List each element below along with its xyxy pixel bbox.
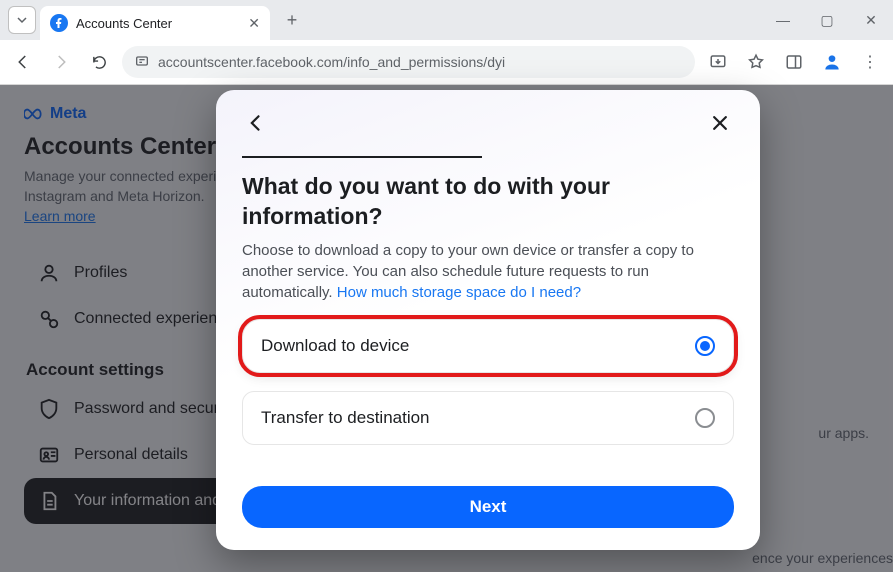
dyi-modal: What do you want to do with your informa… — [216, 90, 760, 550]
url-text: accountscenter.facebook.com/info_and_per… — [158, 54, 505, 70]
modal-back-button[interactable] — [242, 109, 270, 137]
option-transfer-to-destination[interactable]: Transfer to destination — [242, 391, 734, 445]
modal-title: What do you want to do with your informa… — [242, 172, 734, 232]
bookmark-star-icon[interactable] — [741, 47, 771, 77]
facebook-favicon-icon — [50, 14, 68, 32]
modal-progress-bar — [242, 156, 482, 158]
window-minimize-button[interactable]: — — [761, 0, 805, 40]
nav-back-button[interactable] — [8, 47, 38, 77]
nav-forward-button[interactable] — [46, 47, 76, 77]
browser-tab[interactable]: Accounts Center ✕ — [40, 6, 270, 40]
modal-close-button[interactable] — [706, 109, 734, 137]
browser-chrome: Accounts Center ✕ + — ▢ ✕ accountscenter… — [0, 0, 893, 85]
option-download-to-device[interactable]: Download to device — [242, 319, 734, 373]
url-bar[interactable]: accountscenter.facebook.com/info_and_per… — [122, 46, 695, 78]
tab-title: Accounts Center — [76, 16, 172, 31]
storage-help-link[interactable]: How much storage space do I need? — [337, 284, 581, 301]
new-tab-button[interactable]: + — [278, 6, 306, 34]
tab-close-icon[interactable]: ✕ — [248, 15, 260, 32]
profile-button[interactable] — [817, 47, 847, 77]
tab-strip: Accounts Center ✕ + — ▢ ✕ — [0, 0, 893, 40]
option-label: Download to device — [261, 336, 409, 356]
modal-options: Download to device Transfer to destinati… — [242, 319, 734, 445]
nav-reload-button[interactable] — [84, 47, 114, 77]
window-close-button[interactable]: ✕ — [849, 0, 893, 40]
install-app-icon[interactable] — [703, 47, 733, 77]
radio-unchecked-icon — [695, 408, 715, 428]
browser-menu-icon[interactable]: ⋮ — [855, 47, 885, 77]
side-panel-icon[interactable] — [779, 47, 809, 77]
option-label: Transfer to destination — [261, 408, 430, 428]
browser-toolbar: accountscenter.facebook.com/info_and_per… — [0, 40, 893, 84]
radio-checked-icon — [695, 336, 715, 356]
site-info-icon[interactable] — [134, 53, 150, 72]
window-controls: — ▢ ✕ — [761, 0, 893, 40]
modal-description: Choose to download a copy to your own de… — [242, 240, 734, 303]
next-button[interactable]: Next — [242, 486, 734, 528]
next-button-label: Next — [470, 497, 507, 517]
tab-search-chevron[interactable] — [8, 6, 36, 34]
window-maximize-button[interactable]: ▢ — [805, 0, 849, 40]
